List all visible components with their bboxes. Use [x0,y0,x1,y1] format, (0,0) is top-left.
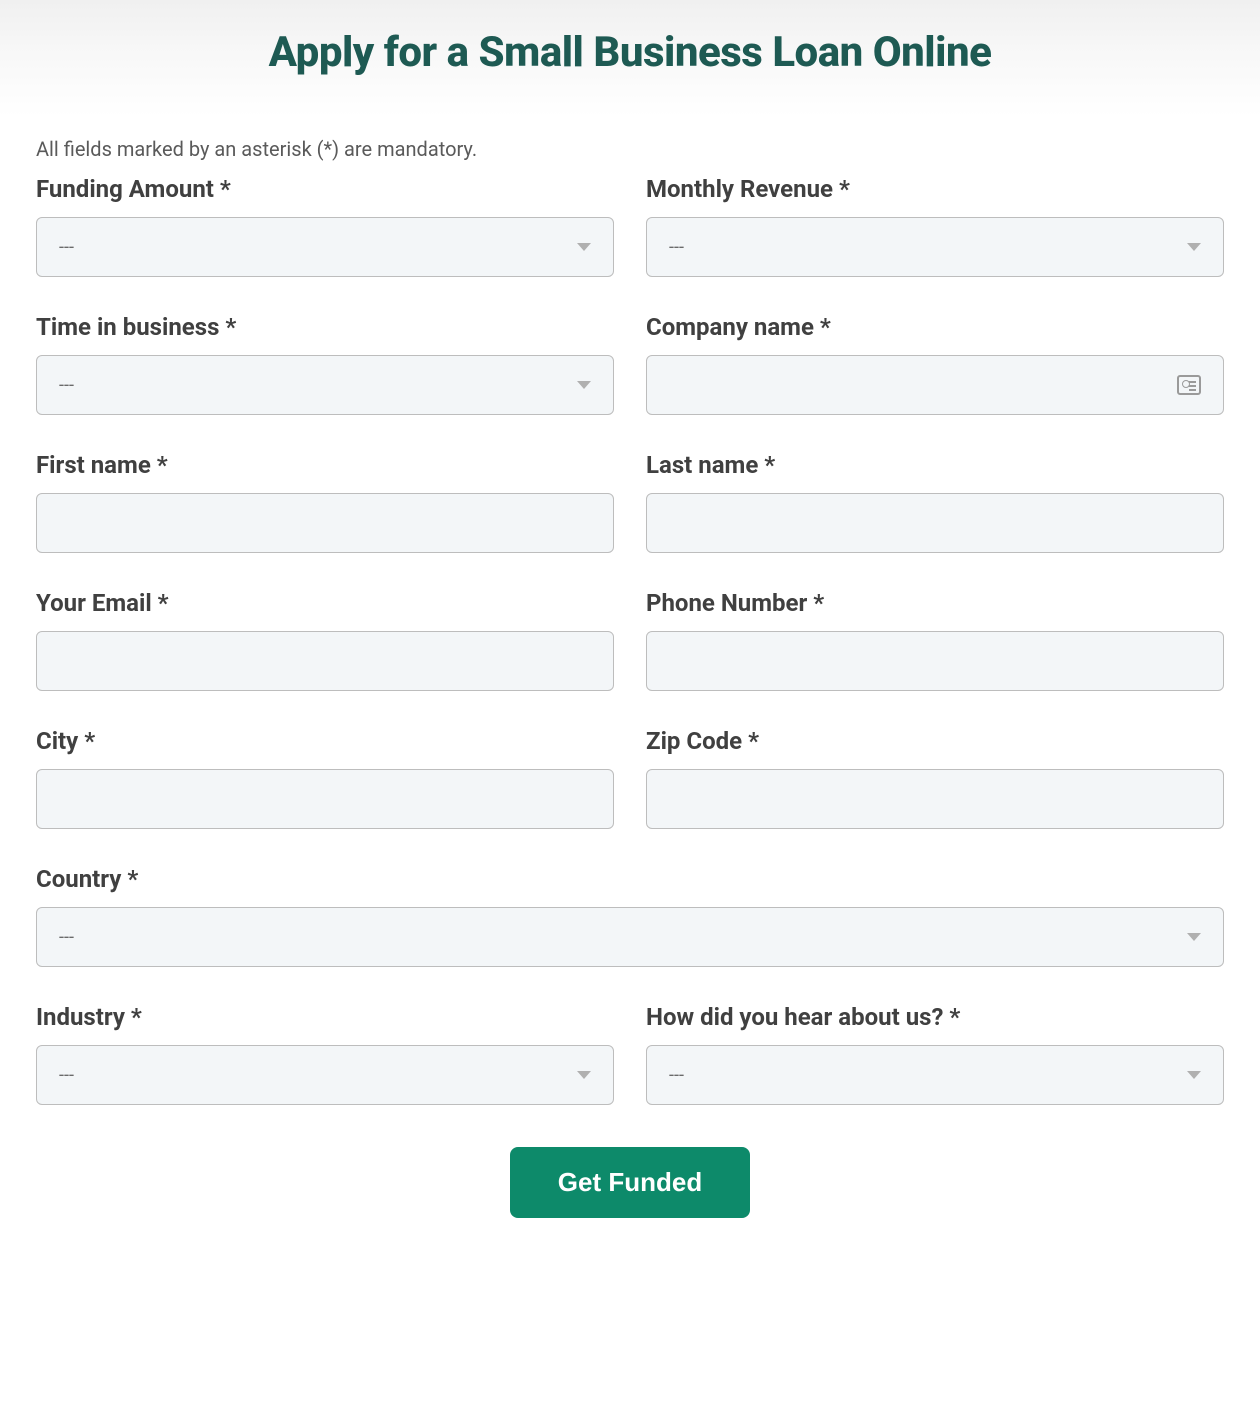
field-zip: Zip Code * [646,727,1224,829]
chevron-down-icon [577,381,591,389]
field-funding-amount: Funding Amount * --- [36,175,614,277]
field-hear-about: How did you hear about us? * --- [646,1003,1224,1105]
field-country: Country * --- [36,865,1224,967]
email-input[interactable] [59,632,591,690]
chevron-down-icon [1187,1071,1201,1079]
label-city: City * [36,727,614,755]
label-company-name: Company name * [646,313,1224,341]
chevron-down-icon [577,243,591,251]
label-industry: Industry * [36,1003,614,1031]
input-wrapper-company-name [646,355,1224,415]
field-industry: Industry * --- [36,1003,614,1105]
label-phone: Phone Number * [646,589,1224,617]
select-country[interactable]: --- [36,907,1224,967]
select-value: --- [669,237,1177,258]
label-zip: Zip Code * [646,727,1224,755]
field-company-name: Company name * [646,313,1224,415]
page-title: Apply for a Small Business Loan Online [0,28,1260,77]
form-wrapper: All fields marked by an asterisk (*) are… [0,117,1260,1258]
last-name-input[interactable] [669,494,1201,552]
select-value: --- [59,1065,567,1086]
select-value: --- [59,237,567,258]
label-email: Your Email * [36,589,614,617]
label-last-name: Last name * [646,451,1224,479]
city-input[interactable] [59,770,591,828]
mandatory-note: All fields marked by an asterisk (*) are… [36,137,1224,161]
input-wrapper-first-name [36,493,614,553]
input-wrapper-email [36,631,614,691]
select-value: --- [59,927,1177,948]
select-industry[interactable]: --- [36,1045,614,1105]
input-wrapper-last-name [646,493,1224,553]
field-time-in-business: Time in business * --- [36,313,614,415]
input-wrapper-phone [646,631,1224,691]
label-monthly-revenue: Monthly Revenue * [646,175,1224,203]
select-monthly-revenue[interactable]: --- [646,217,1224,277]
select-value: --- [59,375,567,396]
form-grid: Funding Amount * --- Monthly Revenue * -… [36,175,1224,1105]
field-last-name: Last name * [646,451,1224,553]
phone-input[interactable] [669,632,1201,690]
chevron-down-icon [1187,243,1201,251]
get-funded-button[interactable]: Get Funded [510,1147,750,1218]
id-card-icon [1177,375,1201,395]
input-wrapper-zip [646,769,1224,829]
label-hear-about: How did you hear about us? * [646,1003,1224,1031]
company-name-input[interactable] [669,356,1177,414]
field-city: City * [36,727,614,829]
zip-input[interactable] [669,770,1201,828]
header: Apply for a Small Business Loan Online [0,0,1260,117]
field-email: Your Email * [36,589,614,691]
field-first-name: First name * [36,451,614,553]
field-phone: Phone Number * [646,589,1224,691]
label-country: Country * [36,865,1224,893]
first-name-input[interactable] [59,494,591,552]
input-wrapper-city [36,769,614,829]
select-funding-amount[interactable]: --- [36,217,614,277]
field-monthly-revenue: Monthly Revenue * --- [646,175,1224,277]
select-hear-about[interactable]: --- [646,1045,1224,1105]
submit-row: Get Funded [36,1147,1224,1218]
label-first-name: First name * [36,451,614,479]
select-value: --- [669,1065,1177,1086]
chevron-down-icon [1187,933,1201,941]
select-time-in-business[interactable]: --- [36,355,614,415]
label-time-in-business: Time in business * [36,313,614,341]
label-funding-amount: Funding Amount * [36,175,614,203]
chevron-down-icon [577,1071,591,1079]
